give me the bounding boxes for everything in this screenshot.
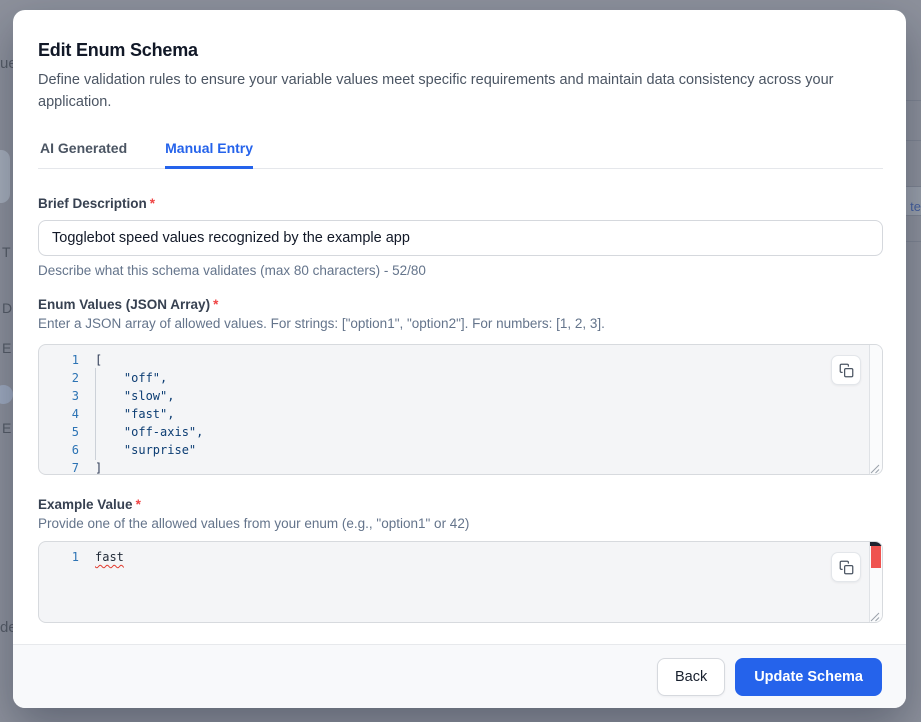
line-number: 4 — [39, 405, 79, 423]
line-number: 1 — [39, 351, 79, 369]
bg-avatar-fragment — [0, 385, 13, 404]
bg-text-fragment: D — [2, 300, 12, 316]
tab-manual-entry[interactable]: Manual Entry — [165, 140, 253, 169]
bg-link-fragment: te — [910, 199, 921, 214]
bg-text-fragment: E — [2, 420, 11, 436]
code-lines: 1 fast — [39, 542, 882, 566]
example-value-helper: Provide one of the allowed values from y… — [38, 516, 883, 531]
label-text: Brief Description — [38, 196, 147, 211]
dialog-title: Edit Enum Schema — [38, 40, 883, 61]
dialog-description: Define validation rules to ensure your v… — [38, 70, 883, 113]
resize-grip-icon[interactable] — [869, 461, 880, 472]
code-text: fast — [95, 548, 124, 566]
tab-bar: AI Generated Manual Entry — [38, 140, 883, 169]
copy-icon — [839, 363, 854, 378]
bg-row-divider — [906, 140, 921, 141]
bg-row-divider — [906, 241, 921, 242]
code-line: 5 "off-axis", — [39, 423, 882, 441]
bg-pill-fragment — [0, 150, 10, 203]
brief-description-input[interactable] — [38, 220, 883, 256]
required-asterisk: * — [213, 297, 218, 312]
code-text: "surprise" — [95, 441, 196, 459]
line-number: 1 — [39, 548, 79, 566]
error-marker — [871, 546, 881, 568]
example-value-editor[interactable]: 1 fast — [38, 541, 883, 623]
brief-description-helper: Describe what this schema validates (max… — [38, 263, 883, 278]
line-number: 6 — [39, 441, 79, 459]
code-line: 4 "fast", — [39, 405, 882, 423]
update-schema-button[interactable]: Update Schema — [735, 658, 882, 696]
resize-grip-icon[interactable] — [869, 609, 880, 620]
code-text: "off-axis", — [95, 423, 203, 441]
bg-row-divider — [906, 186, 921, 187]
dialog-footer: Back Update Schema — [13, 644, 906, 708]
code-text: "fast", — [95, 405, 174, 423]
copy-button[interactable] — [831, 355, 861, 385]
bg-text-fragment: T — [2, 244, 11, 260]
code-line: 7] — [39, 459, 882, 475]
required-asterisk: * — [150, 196, 155, 211]
copy-icon — [839, 560, 854, 575]
bg-row-divider — [906, 100, 921, 101]
enum-values-field: Enum Values (JSON Array)* Enter a JSON a… — [38, 297, 883, 475]
overview-ruler — [869, 345, 882, 474]
bg-text-fragment: E — [2, 340, 11, 356]
bg-row-divider — [906, 215, 921, 216]
line-number: 5 — [39, 423, 79, 441]
required-asterisk: * — [136, 497, 141, 512]
code-line: 2 "off", — [39, 369, 882, 387]
line-number: 3 — [39, 387, 79, 405]
code-line: 3 "slow", — [39, 387, 882, 405]
example-value-label: Example Value* — [38, 497, 883, 512]
code-text: "off", — [95, 369, 167, 387]
example-value-field: Example Value* Provide one of the allowe… — [38, 497, 883, 623]
enum-values-helper: Enter a JSON array of allowed values. Fo… — [38, 316, 883, 331]
code-text: ] — [95, 459, 102, 475]
code-text: [ — [95, 351, 102, 369]
brief-description-field: Brief Description* Describe what this sc… — [38, 196, 883, 278]
code-line: 6 "surprise" — [39, 441, 882, 459]
code-line: 1 fast — [39, 548, 882, 566]
label-text: Example Value — [38, 497, 133, 512]
enum-values-label: Enum Values (JSON Array)* — [38, 297, 883, 312]
line-number: 2 — [39, 369, 79, 387]
edit-enum-schema-dialog: Edit Enum Schema Define validation rules… — [13, 10, 906, 708]
enum-values-editor[interactable]: 1[2 "off",3 "slow",4 "fast",5 "off-axis"… — [38, 344, 883, 475]
tab-ai-generated[interactable]: AI Generated — [40, 140, 127, 169]
code-line: 1[ — [39, 351, 882, 369]
code-text: "slow", — [95, 387, 174, 405]
line-number: 7 — [39, 459, 79, 475]
code-lines: 1[2 "off",3 "slow",4 "fast",5 "off-axis"… — [39, 345, 882, 475]
back-button[interactable]: Back — [657, 658, 725, 696]
label-text: Enum Values (JSON Array) — [38, 297, 210, 312]
copy-button[interactable] — [831, 552, 861, 582]
brief-description-label: Brief Description* — [38, 196, 883, 211]
